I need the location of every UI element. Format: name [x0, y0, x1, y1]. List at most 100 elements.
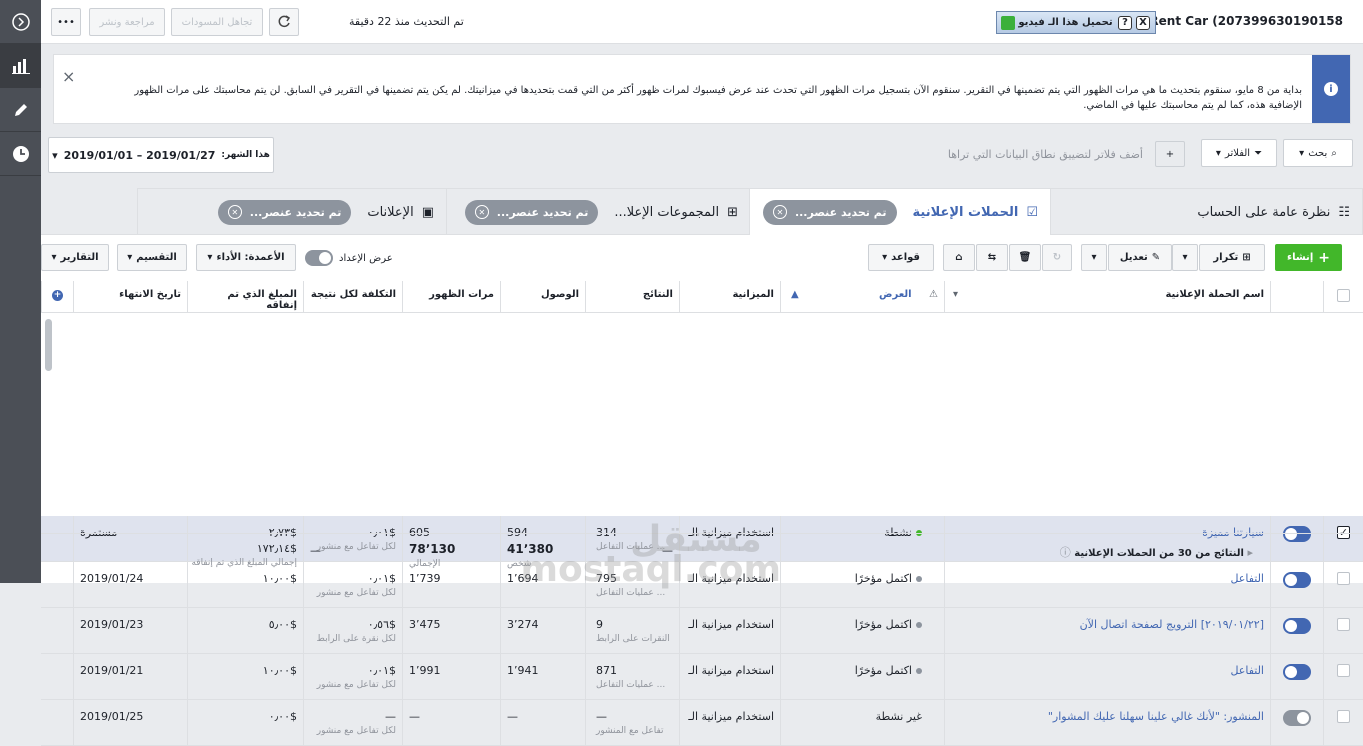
cell-impressions: — — [402, 700, 500, 745]
watermark: مستقل mostaql.com — [520, 522, 781, 588]
duplicate-dropdown[interactable]: ▾ — [1172, 244, 1198, 271]
table-row[interactable]: 2019/01/23 $٥٫٠٠ $٠٫٥٦ لكل نقرة على الرابط 3… — [41, 608, 1363, 654]
info-icon: ⓘ — [1059, 546, 1071, 559]
undo-button[interactable]: ↻ — [1042, 244, 1072, 271]
review-publish-button[interactable]: مراجعة ونشر — [89, 8, 165, 36]
chevron-down-icon: ▾ — [207, 252, 213, 263]
create-button[interactable]: + إنشاء — [1275, 244, 1342, 271]
campaign-name[interactable]: [٢٠١٩/٠١/٢٢] الترويج لصفحة اتصال الآن — [1080, 618, 1264, 631]
rules-button[interactable]: قواعد ▾ — [868, 244, 934, 271]
add-column-icon[interactable]: + — [52, 290, 63, 301]
warning-icon: ⚠ — [929, 289, 938, 300]
impressions-value: 1٬991 — [409, 664, 441, 677]
chevron-down-icon: ▾ — [51, 252, 57, 263]
tab-label: المجموعات الإعلا... — [614, 204, 720, 220]
export-button[interactable]: ⇆ — [976, 244, 1008, 271]
tab-account-overview[interactable]: ☷ نظرة عامة على الحساب — [1049, 188, 1363, 235]
tab-adsets[interactable]: ⊞ المجموعات الإعلا... تم تحديد عنصر... ✕ — [445, 188, 751, 235]
select-all-checkbox[interactable] — [1337, 289, 1350, 302]
selected-pill[interactable]: تم تحديد عنصر... ✕ — [217, 199, 352, 225]
more-button[interactable]: ••• — [51, 8, 81, 36]
delete-button[interactable]: 🗑 — [1009, 244, 1041, 271]
row-checkbox[interactable] — [1337, 710, 1350, 723]
selected-pill[interactable]: تم تحديد عنصر... ✕ — [762, 199, 897, 225]
tab-label: الإعلانات — [367, 204, 414, 220]
header-ends[interactable]: تاريخ الانتهاء — [73, 281, 187, 312]
show-setup-toggle[interactable]: عرض الإعداد — [305, 250, 393, 266]
toggle-header — [1270, 281, 1323, 312]
edit-button[interactable]: ✎ تعديل — [1108, 244, 1172, 271]
header-impressions[interactable]: مرات الظهور — [402, 281, 500, 312]
header-budget[interactable]: الميزانية — [679, 281, 780, 312]
delivery-status: اكتمل مؤخرًا — [854, 664, 912, 677]
add-filter-button[interactable]: + — [1155, 141, 1185, 167]
cell-results: — تفاعل مع المنشور — [585, 700, 679, 745]
close-icon[interactable]: ✕ — [474, 205, 489, 219]
footer-impressions-cell: 78٬130 الإجمالي — [402, 534, 500, 584]
overview-icon: ☷ — [1338, 204, 1350, 220]
search-label: بحث — [1308, 147, 1328, 159]
undo-icon: ↻ — [1052, 252, 1062, 263]
tag-button[interactable]: ⌂ — [943, 244, 975, 271]
columns-button[interactable]: الأعمدة: الأداء ▾ — [196, 244, 296, 271]
tab-campaigns[interactable]: ☑ الحملات الإعلانية تم تحديد عنصر... ✕ — [749, 188, 1051, 235]
header-results[interactable]: النتائج — [585, 281, 679, 312]
video-download-bar[interactable]: X ? تحميل هذا الـ فيديو — [996, 11, 1156, 34]
cell-cpr: $٠٫٥٦ لكل نقرة على الرابط — [303, 608, 402, 653]
tab-ads[interactable]: ▣ الإعلانات تم تحديد عنصر... ✕ — [137, 188, 447, 235]
campaign-name[interactable]: التفاعل — [1230, 664, 1264, 677]
header-spent[interactable]: المبلغ الذي تم إنفاقه — [187, 281, 303, 312]
header-reach[interactable]: الوصول — [500, 281, 585, 312]
table-row[interactable]: 2019/01/25 $٠٫٠٠ — لكل تفاعل مع منشور — — — تفا… — [41, 700, 1363, 746]
header-name[interactable]: اسم الحملة الإعلانية ▾ — [944, 281, 1270, 312]
campaign-toggle[interactable] — [1283, 710, 1311, 726]
pill-label: تم تحديد عنصر... — [249, 205, 342, 219]
chevron-down-icon: ▾ — [127, 252, 133, 263]
refresh-button[interactable] — [269, 8, 299, 36]
reach-value: 3٬274 — [507, 618, 539, 631]
filters-button[interactable]: ⏷ الفلاتر ▾ — [1201, 139, 1277, 167]
reports-label: التقارير — [60, 252, 99, 263]
table-row[interactable]: 2019/01/21 $١٠٫٠٠ $٠٫٠١ لكل تفاعل مع منشور 1… — [41, 654, 1363, 700]
campaign-toggle[interactable] — [1283, 664, 1311, 680]
close-icon[interactable]: ✕ — [227, 205, 242, 219]
play-icon — [1001, 15, 1015, 30]
level-tabs: ☷ نظرة عامة على الحساب ☑ الحملات الإعلانية… — [41, 188, 1363, 235]
edit-dropdown[interactable]: ▾ — [1081, 244, 1107, 271]
selected-pill[interactable]: تم تحديد عنصر... ✕ — [464, 199, 599, 225]
pencil-icon[interactable] — [0, 88, 41, 132]
search-icon: ⌕ — [1331, 147, 1337, 159]
search-button[interactable]: ⌕ بحث ▾ — [1283, 139, 1353, 167]
close-icon[interactable]: ✕ — [772, 205, 787, 219]
date-range-picker[interactable]: هذا الشهر: 2019/01/01 – 2019/01/27 ▾ — [48, 137, 274, 173]
cell-name: التفاعل — [944, 654, 1270, 699]
breakdown-button[interactable]: التقسيم ▾ — [117, 244, 187, 271]
footer-spent-sub: إجمالي المبلغ الذي تم إنفاقه — [191, 558, 297, 568]
campaign-name[interactable]: المنشور: "لأنك غالي علينا سهلنا عليك الم… — [1048, 710, 1264, 723]
delivery-status: اكتمل مؤخرًا — [854, 618, 912, 631]
scrollbar[interactable] — [45, 319, 52, 371]
duplicate-button[interactable]: ⊞ تكرار — [1199, 244, 1265, 271]
campaign-toggle[interactable] — [1283, 618, 1311, 634]
clock-icon[interactable] — [0, 132, 41, 176]
filter-placeholder[interactable]: أضف فلاتر لتضييق نطاق البيانات التي تراه… — [948, 148, 1143, 161]
trash-icon: 🗑 — [1018, 252, 1032, 263]
close-icon[interactable]: × — [62, 67, 75, 86]
cell-reach: 3٬274 — [500, 608, 585, 653]
cpr-sub: لكل تفاعل مع منشور — [316, 588, 396, 598]
rules-label: قواعد — [891, 252, 920, 263]
spent-value: $٥٫٠٠ — [268, 618, 297, 631]
row-checkbox[interactable] — [1337, 618, 1350, 631]
reports-icon[interactable] — [0, 44, 41, 88]
notice-text: بداية من 8 مايو، سنقوم بتحديث ما هي مرات… — [134, 85, 1302, 111]
help-icon[interactable]: ? — [1118, 15, 1132, 30]
toggle-switch[interactable] — [305, 250, 333, 266]
close-icon[interactable]: X — [1136, 15, 1150, 30]
discard-drafts-button[interactable]: تجاهل المسودات — [171, 8, 263, 36]
header-delivery[interactable]: ⚠ العرض ▲ — [780, 281, 944, 312]
reports-button[interactable]: التقارير ▾ — [41, 244, 109, 271]
row-checkbox[interactable] — [1337, 664, 1350, 677]
budget-value: استخدام ميزانية الـ — [688, 618, 774, 631]
header-cpr[interactable]: التكلفة لكل نتيجة — [303, 281, 402, 312]
expand-icon[interactable] — [0, 0, 41, 44]
